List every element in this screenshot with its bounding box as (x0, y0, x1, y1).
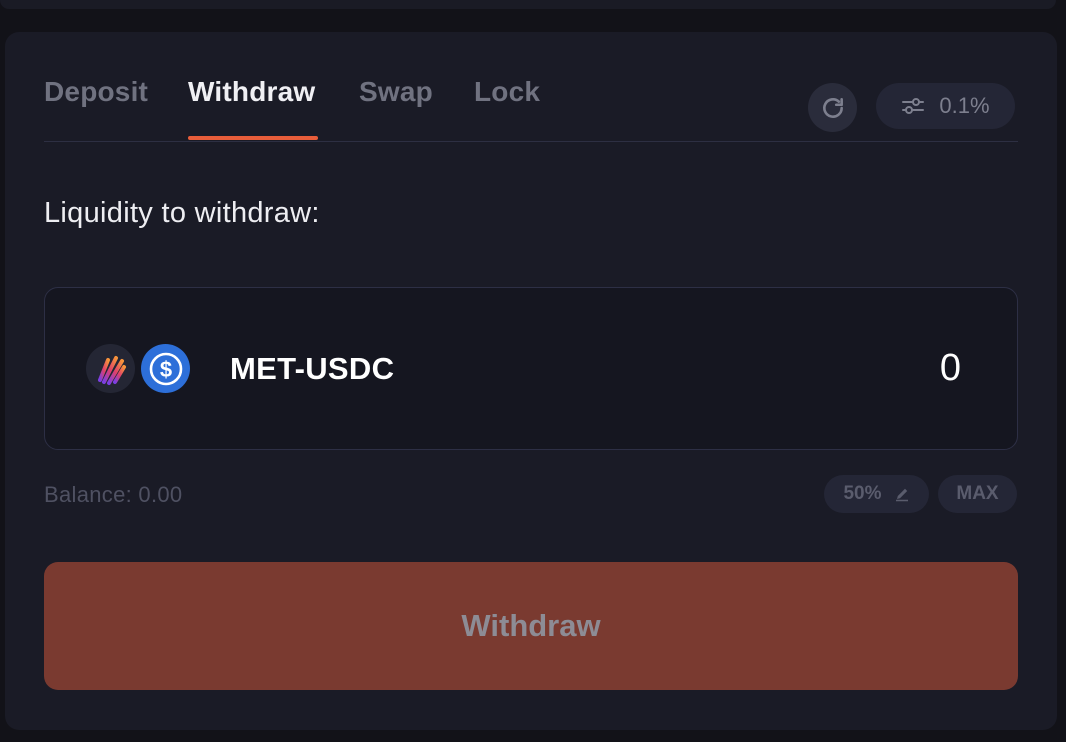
liquidity-input-box: $ MET-USDC (44, 287, 1018, 450)
amount-input[interactable] (661, 344, 961, 392)
tab-lock[interactable]: Lock (474, 76, 540, 108)
svg-text:$: $ (159, 357, 171, 382)
refresh-button[interactable] (808, 83, 857, 132)
section-label: Liquidity to withdraw: (44, 197, 320, 229)
slippage-settings-button[interactable]: 0.1% (876, 83, 1015, 129)
pair-name: MET-USDC (230, 351, 395, 386)
tab-withdraw[interactable]: Withdraw (188, 76, 315, 108)
tab-swap[interactable]: Swap (359, 76, 433, 108)
refresh-icon (820, 95, 846, 121)
previous-panel-edge (0, 0, 1056, 9)
tab-deposit[interactable]: Deposit (44, 76, 148, 108)
tab-bar: Deposit Withdraw Swap Lock (44, 32, 1018, 142)
balance-text: Balance: 0.00 (44, 482, 183, 507)
slippage-value: 0.1% (939, 93, 990, 118)
met-token-icon (86, 344, 135, 393)
percent-label: 50% (843, 483, 882, 504)
pencil-icon (894, 486, 910, 502)
liquidity-card: Deposit Withdraw Swap Lock 0.1% Liquidit… (5, 32, 1057, 730)
usdc-token-icon: $ (141, 344, 190, 393)
withdraw-button[interactable]: Withdraw (44, 562, 1018, 690)
percent-button[interactable]: 50% (824, 475, 929, 513)
sliders-icon (901, 96, 925, 116)
active-tab-indicator (188, 136, 318, 140)
max-button[interactable]: MAX (938, 475, 1017, 513)
